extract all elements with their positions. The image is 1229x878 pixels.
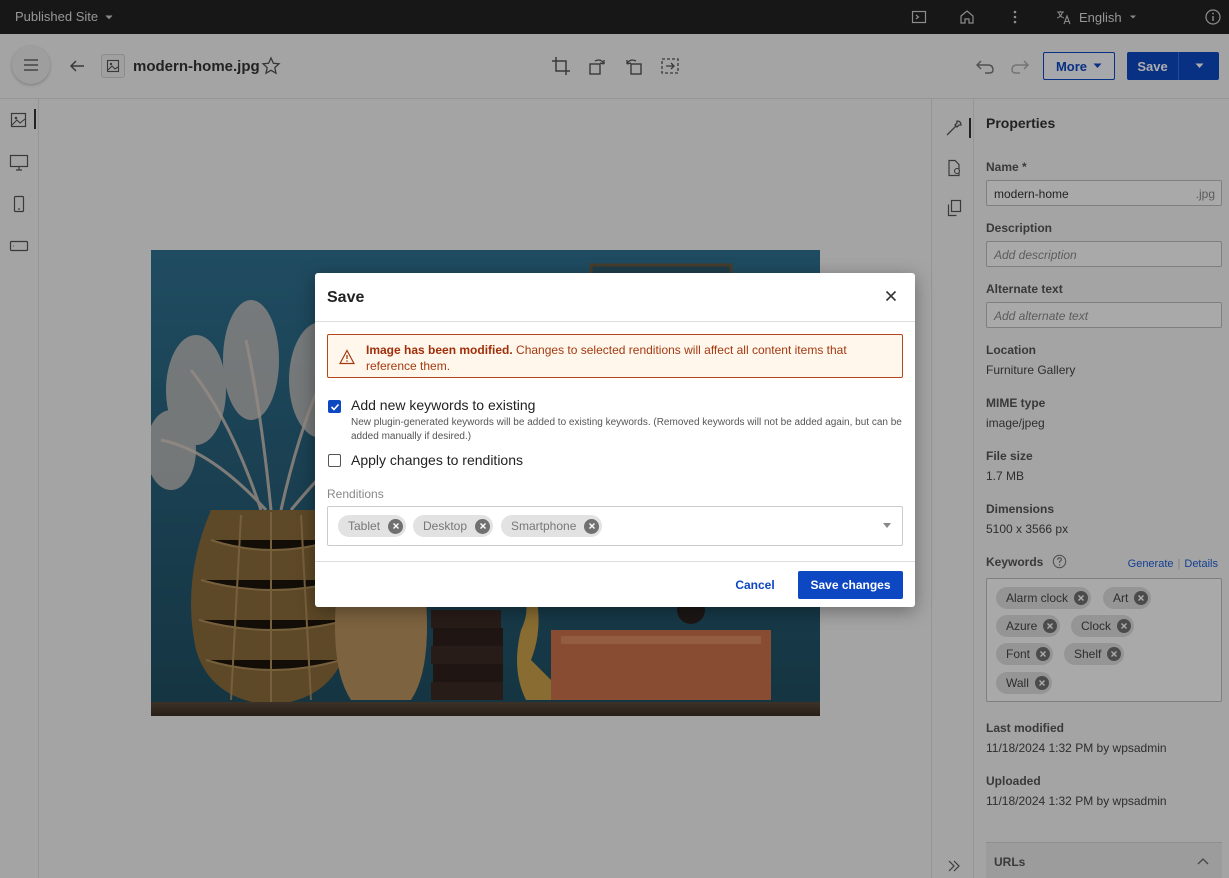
divider — [315, 321, 915, 322]
rendition-chip: Tablet — [338, 515, 407, 537]
remove-chip-icon[interactable] — [584, 518, 600, 534]
add-keywords-label[interactable]: Add new keywords to existing — [351, 397, 535, 413]
divider — [315, 561, 915, 562]
renditions-select[interactable]: Tablet Desktop Smartphone — [327, 506, 903, 546]
apply-renditions-checkbox[interactable] — [328, 454, 341, 467]
warning-icon — [339, 349, 355, 365]
save-changes-button[interactable]: Save changes — [798, 571, 903, 599]
save-dialog: Save Image has been modified. Changes to… — [315, 273, 915, 607]
checkmark-icon — [330, 403, 339, 411]
modified-warning-alert: Image has been modified. Changes to sele… — [327, 334, 903, 378]
dialog-title: Save — [327, 289, 365, 306]
close-icon[interactable] — [884, 289, 898, 303]
rendition-label: Smartphone — [511, 519, 577, 533]
add-keywords-help: New plugin-generated keywords will be ad… — [351, 417, 902, 442]
cancel-button[interactable]: Cancel — [722, 571, 788, 599]
remove-chip-icon[interactable] — [388, 518, 404, 534]
rendition-chip: Smartphone — [501, 515, 603, 537]
rendition-label: Tablet — [348, 519, 381, 533]
rendition-chip: Desktop — [413, 515, 494, 537]
rendition-label: Desktop — [423, 519, 468, 533]
apply-renditions-label[interactable]: Apply changes to renditions — [351, 452, 523, 468]
alert-heading: Image has been modified. — [366, 343, 513, 357]
remove-chip-icon[interactable] — [475, 518, 491, 534]
add-keywords-checkbox[interactable] — [328, 400, 341, 413]
dropdown-caret-icon[interactable] — [883, 523, 891, 528]
renditions-label: Renditions — [327, 487, 384, 501]
